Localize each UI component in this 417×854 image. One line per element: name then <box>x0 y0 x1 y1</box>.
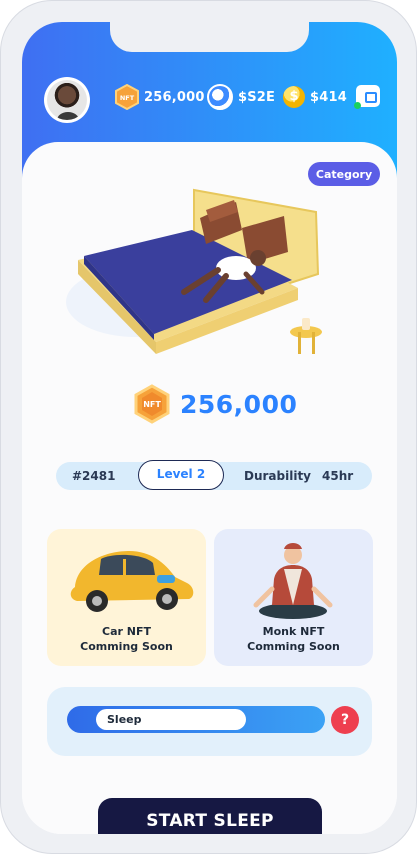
phone-frame: NFT 256,000 $S2E $ $414 Category NFT 256… <box>0 0 417 854</box>
profile-avatar[interactable] <box>44 77 90 123</box>
durability-label: Durability <box>244 469 312 483</box>
sleep-mode-select[interactable]: Sleep <box>96 709 246 730</box>
device-notch <box>110 22 309 52</box>
balance-display: NFT 256,000 <box>134 384 297 424</box>
bed-nft-illustration <box>66 188 322 354</box>
monk-illustration <box>253 543 333 619</box>
car-illustration <box>70 551 194 612</box>
card-title: Car NFT <box>102 625 151 638</box>
durability-value: 45hr <box>322 469 354 483</box>
status-dot <box>354 102 361 109</box>
s2e-balance-value: $S2E <box>238 89 276 105</box>
card-subtitle: Comming Soon <box>247 640 340 653</box>
dollar-coin-icon: $ <box>283 86 305 108</box>
avatar-image <box>47 80 87 120</box>
question-icon[interactable]: ? <box>331 706 359 734</box>
card-subtitle: Comming Soon <box>80 640 173 653</box>
s2e-balance-stat: $S2E <box>207 84 275 110</box>
app-screen: NFT 256,000 $S2E $ $414 Category NFT 256… <box>22 22 397 834</box>
nft-badge-icon: NFT <box>115 84 139 110</box>
balance-value: 256,000 <box>180 389 298 419</box>
sleep-mode-track: Sleep <box>67 706 325 733</box>
s2e-coin-icon <box>207 84 233 110</box>
level-badge[interactable]: Level 2 <box>138 460 224 490</box>
nft-stats-bar: #2481 Level 2 Durability 45hr <box>56 460 372 490</box>
car-nft-card[interactable]: Car NFT Comming Soon <box>47 529 206 666</box>
svg-text:NFT: NFT <box>120 94 135 102</box>
token-id: #2481 <box>72 469 116 483</box>
nft-balance-value: 256,000 <box>144 89 205 105</box>
svg-text:NFT: NFT <box>143 400 161 409</box>
monk-nft-card[interactable]: Monk NFT Comming Soon <box>214 529 373 666</box>
sleep-mode-panel: Sleep ? <box>47 687 372 756</box>
start-sleep-button[interactable]: START SLEEP <box>98 798 322 834</box>
nft-badge-icon: NFT <box>134 384 170 424</box>
dollar-balance-value: $414 <box>310 89 347 105</box>
nft-balance-stat: NFT 256,000 <box>115 84 205 110</box>
card-title: Monk NFT <box>262 625 325 638</box>
dollar-balance-stat: $ $414 <box>283 84 347 110</box>
